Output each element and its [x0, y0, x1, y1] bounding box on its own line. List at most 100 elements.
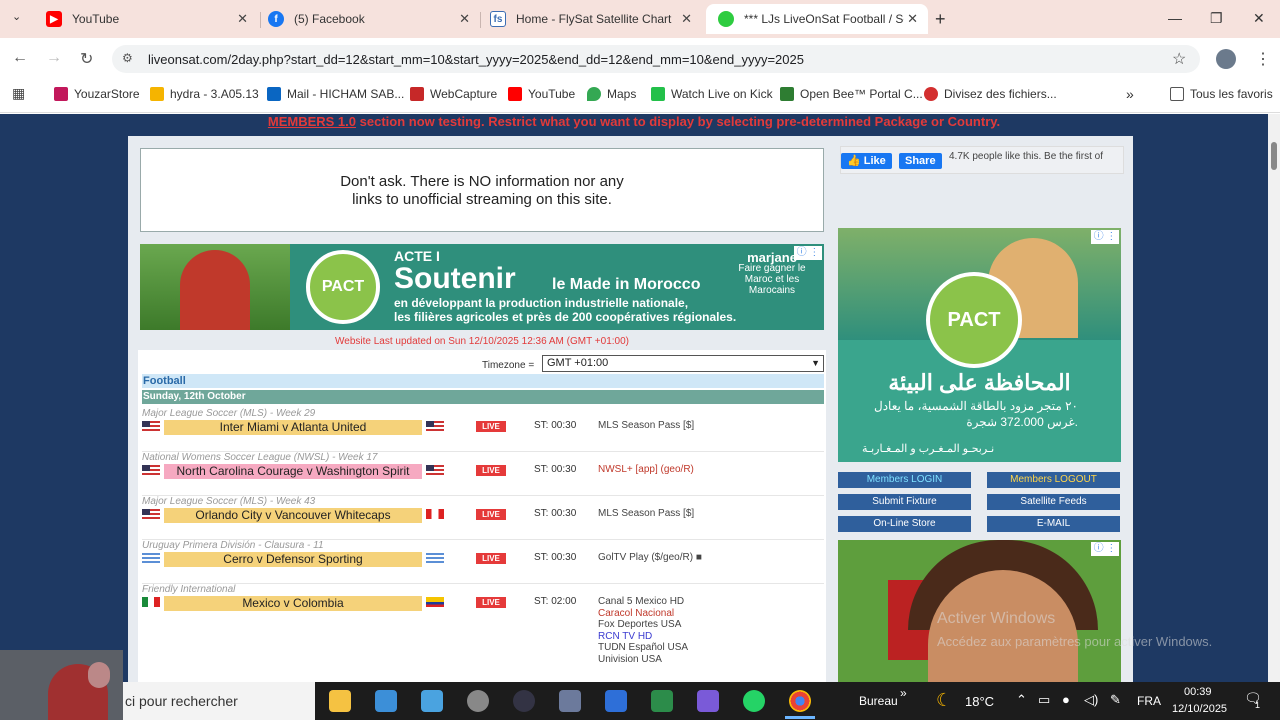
- all-bookmarks[interactable]: Tous les favoris: [1170, 86, 1273, 102]
- members-logout-button[interactable]: Members LOGOUT: [987, 472, 1120, 488]
- close-icon[interactable]: ✕: [459, 11, 470, 27]
- scrollbar-thumb[interactable]: [1271, 142, 1277, 170]
- bookmark-star-icon[interactable]: ☆: [1172, 49, 1186, 69]
- ad-info-icon[interactable]: ⓘ ⋮: [1091, 542, 1119, 556]
- microphone-icon[interactable]: ●: [1062, 692, 1070, 707]
- clock-time[interactable]: 00:39: [1184, 686, 1212, 698]
- store-icon[interactable]: [375, 690, 397, 712]
- bookmark-webcapture[interactable]: WebCapture: [410, 86, 497, 102]
- online-store-button[interactable]: On-Line Store: [838, 516, 971, 532]
- menu-dots-icon[interactable]: ⋮: [1255, 49, 1271, 69]
- obs-icon[interactable]: [513, 690, 535, 712]
- recorder-icon[interactable]: [467, 690, 489, 712]
- folder-icon: [1170, 87, 1184, 101]
- app2-icon[interactable]: [559, 690, 581, 712]
- tab-flysat[interactable]: fs Home - FlySat Satellite Chart ✕: [478, 4, 702, 34]
- tab-youtube[interactable]: ▶ YouTube ✕: [34, 4, 258, 34]
- network-icon[interactable]: ▭: [1038, 692, 1050, 708]
- bookmark-divisez[interactable]: Divisez des fichiers...: [924, 86, 1057, 102]
- page-scrollbar[interactable]: [1268, 114, 1280, 682]
- channel[interactable]: Caracol Nacional: [598, 608, 688, 620]
- match-title[interactable]: North Carolina Courage v Washington Spir…: [164, 464, 422, 479]
- moon-weather-icon[interactable]: ☾: [936, 690, 952, 711]
- submit-fixture-button[interactable]: Submit Fixture: [838, 494, 971, 510]
- channel[interactable]: TUDN Español USA: [598, 642, 688, 654]
- site-info-icon[interactable]: ⚙: [122, 51, 133, 65]
- channel[interactable]: NWSL+ [app] (geo/R): [598, 464, 694, 476]
- channel[interactable]: MLS Season Pass [$]: [598, 508, 694, 520]
- whatsapp-icon[interactable]: [743, 690, 765, 712]
- ad-sub: en développant la production industriell…: [394, 296, 736, 324]
- ad-banner-left[interactable]: PACT ACTE I Soutenir le Made in Morocco …: [140, 244, 824, 330]
- url-text[interactable]: liveonsat.com/2day.php?start_dd=12&start…: [148, 52, 804, 67]
- match-title[interactable]: Inter Miami v Atlanta United: [164, 420, 422, 435]
- weather-temp[interactable]: 18°C: [965, 694, 994, 709]
- bookmark-youtube[interactable]: YouTube: [508, 86, 575, 102]
- volume-icon[interactable]: ◁): [1084, 692, 1098, 708]
- reload-icon[interactable]: ↻: [80, 49, 93, 69]
- channel[interactable]: RCN TV HD: [598, 631, 688, 643]
- fb-share-button[interactable]: Share: [899, 153, 942, 169]
- chevron-right-icon[interactable]: »: [900, 686, 907, 700]
- tab-liveonsat[interactable]: *** LJs LiveOnSat Football / Soc ✕: [706, 4, 928, 34]
- ad-made: le Made in Morocco: [552, 276, 701, 293]
- language-indicator[interactable]: FRA: [1137, 694, 1161, 708]
- restore-icon[interactable]: ❐: [1210, 10, 1223, 27]
- spreadsheet-icon[interactable]: [651, 690, 673, 712]
- desktop-toolbar[interactable]: Bureau: [859, 694, 898, 708]
- close-icon[interactable]: ✕: [681, 11, 692, 27]
- close-icon[interactable]: ✕: [237, 11, 248, 27]
- bookmark-openbee[interactable]: Open Bee™ Portal C...: [780, 86, 923, 102]
- chevron-up-icon[interactable]: ⌃: [1016, 692, 1027, 708]
- match-row: Friendly International Mexico v Colombia…: [142, 584, 824, 682]
- file-explorer-icon[interactable]: [329, 690, 351, 712]
- bookmark-maps[interactable]: Maps: [587, 86, 636, 102]
- ad-sub-line: les filières agricoles et près de 200 co…: [394, 310, 737, 324]
- bookmarks-more-icon[interactable]: »: [1126, 86, 1134, 102]
- profile-avatar[interactable]: [1216, 49, 1236, 69]
- youtube-icon: ▶: [46, 11, 62, 27]
- tab-facebook[interactable]: f (5) Facebook ✕: [256, 4, 480, 34]
- bookmark-mail[interactable]: Mail - HICHAM SAB...: [267, 86, 404, 102]
- chrome-icon[interactable]: [789, 690, 811, 712]
- window-close-icon[interactable]: ✕: [1253, 10, 1265, 27]
- app3-icon[interactable]: [697, 690, 719, 712]
- calculator-icon[interactable]: [605, 690, 627, 712]
- colombia-flag-icon: [426, 597, 444, 607]
- satellite-feeds-button[interactable]: Satellite Feeds: [987, 494, 1120, 510]
- bookmark-hydra[interactable]: hydra - 3.A05.13: [150, 86, 259, 102]
- ad-info-icon[interactable]: ⓘ ⋮: [1091, 230, 1119, 244]
- clock-date[interactable]: 12/10/2025: [1172, 703, 1227, 715]
- members-login-button[interactable]: Members LOGIN: [838, 472, 971, 488]
- pen-icon[interactable]: ✎: [1110, 692, 1121, 708]
- bookmark-youzarstore[interactable]: YouzarStore: [54, 86, 140, 102]
- back-arrow-icon[interactable]: ←: [12, 49, 28, 67]
- fb-like-text: 4.7K people like this. Be the first of: [949, 151, 1103, 162]
- match-title[interactable]: Mexico v Colombia: [164, 596, 422, 611]
- close-icon[interactable]: ✕: [907, 11, 918, 27]
- channel[interactable]: GolTV Play ($/geo/R) ■: [598, 552, 702, 564]
- channel[interactable]: Univision USA: [598, 654, 688, 666]
- timezone-select[interactable]: GMT +01:00 ▼: [542, 355, 824, 372]
- app-icon[interactable]: [421, 690, 443, 712]
- start-time: ST: 02:00: [534, 596, 577, 607]
- members-link[interactable]: MEMBERS 1.0: [268, 114, 356, 129]
- tab-search-icon[interactable]: ⌄: [12, 10, 21, 23]
- apps-grid-icon[interactable]: ▦: [12, 85, 25, 102]
- forward-arrow-icon[interactable]: →: [46, 49, 62, 67]
- ad-info-icon[interactable]: ⓘ ⋮: [794, 246, 822, 260]
- match-title[interactable]: Orlando City v Vancouver Whitecaps: [164, 508, 422, 523]
- webcam-overlay: [0, 650, 123, 720]
- channel[interactable]: Fox Deportes USA: [598, 619, 688, 631]
- channel[interactable]: Canal 5 Mexico HD: [598, 596, 688, 608]
- new-tab-plus-icon[interactable]: +: [935, 9, 946, 30]
- channel[interactable]: MLS Season Pass [$]: [598, 420, 694, 432]
- minimize-icon[interactable]: —: [1168, 10, 1182, 26]
- bookmark-kick[interactable]: Watch Live on Kick: [651, 86, 773, 102]
- match-title[interactable]: Cerro v Defensor Sporting: [164, 552, 422, 567]
- competition: Major League Soccer (MLS) - Week 43: [142, 496, 316, 507]
- taskbar-search-input[interactable]: ci pour rechercher: [123, 682, 315, 720]
- fb-like-button[interactable]: 👍 Like: [841, 153, 892, 169]
- email-button[interactable]: E-MAIL: [987, 516, 1120, 532]
- ad-banner-right[interactable]: PACT المحافظة على البيئة ٢٠ متجر مزود با…: [838, 228, 1121, 462]
